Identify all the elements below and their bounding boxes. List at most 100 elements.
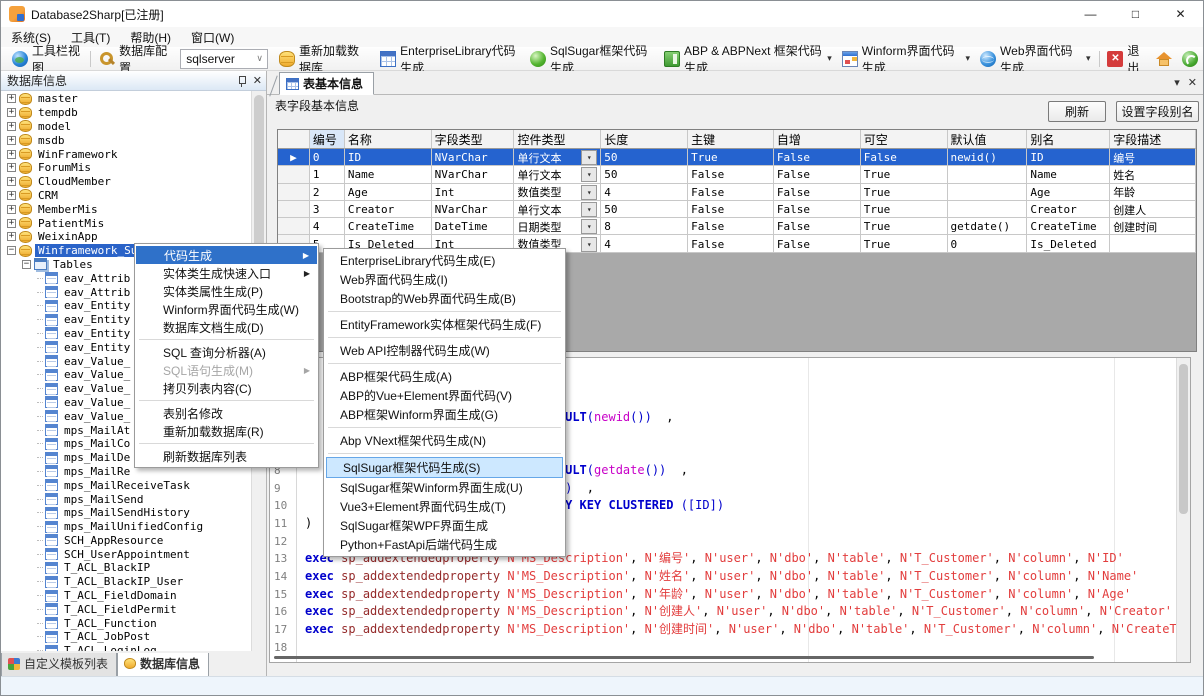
grid-cell[interactable]: False [774,235,861,252]
panel-close-icon[interactable]: ✕ [253,75,262,87]
grid-cell[interactable]: ID [1027,149,1110,166]
grid-header-cell[interactable]: 别名 [1027,130,1110,149]
expand-icon[interactable]: + [7,94,16,103]
submenu-item-WebAPI控制器代码生成W[interactable]: Web API控制器代码生成(W) [324,341,565,360]
grid-cell[interactable]: ID [345,149,432,166]
grid-cell[interactable]: 创建时间 [1110,218,1196,235]
collapse-icon[interactable]: − [22,260,31,269]
expand-icon[interactable]: + [7,163,16,172]
grid-cell[interactable]: 0 [310,149,345,166]
row-selector-cell[interactable] [278,201,310,218]
grid-cell[interactable]: NVarChar [432,201,515,218]
tree-item-SCH_AppResource[interactable]: SCH_AppResource [1,534,252,548]
grid-cell[interactable]: Age [1027,184,1110,201]
cell-dropdown-button[interactable]: ▾ [581,219,597,234]
tab-table-basic-info[interactable]: 表基本信息 [279,72,374,95]
grid-cell[interactable]: 4 [310,218,345,235]
menu-item-实体类属性生成P[interactable]: 实体类属性生成(P) [135,282,318,300]
grid-cell[interactable]: 单行文本▾ [514,149,601,166]
grid-cell[interactable]: False [688,218,774,235]
grid-cell[interactable]: Creator [1027,201,1110,218]
grid-cell[interactable]: 0 [948,235,1028,252]
grid-cell[interactable]: Age [345,184,432,201]
tree-item-model[interactable]: +model [1,120,252,134]
submenu-item-Vue3Element界面代码生成T[interactable]: Vue3+Element界面代码生成(T) [324,497,565,516]
db-type-combo[interactable]: sqlserver∨ [180,49,268,69]
pin-icon[interactable] [237,75,247,87]
grid-header-cell[interactable]: 编号 [310,130,345,149]
menu-item-刷新数据库列表[interactable]: 刷新数据库列表 [135,447,318,465]
tree-item-ForumMis[interactable]: +ForumMis [1,161,252,175]
grid-cell[interactable]: False [688,184,774,201]
grid-cell[interactable]: 50 [601,201,688,218]
grid-cell[interactable]: 编号 [1110,149,1196,166]
table-row[interactable]: 3CreatorNVarChar单行文本▾50FalseFalseTrueCre… [278,201,1196,218]
grid-header-cell[interactable]: 主键 [688,130,774,149]
close-button[interactable]: ✕ [1158,1,1203,27]
grid-cell[interactable]: 50 [601,166,688,183]
menu-item-拷贝列表内容C[interactable]: 拷贝列表内容(C) [135,379,318,397]
submenu-item-ABP框架Winform界面生成G[interactable]: ABP框架Winform界面生成(G) [324,405,565,424]
submenu-item-SqlSugar框架代码生成S[interactable]: SqlSugar框架代码生成(S) [326,457,563,478]
grid-cell[interactable]: False [861,149,948,166]
grid-cell[interactable]: 单行文本▾ [514,166,601,183]
menu-item-Winform界面代码生成W[interactable]: Winform界面代码生成(W) [135,300,318,318]
menubar-item-W[interactable]: 窗口(W) [181,29,244,46]
tree-item-T_ACL_FieldDomain[interactable]: T_ACL_FieldDomain [1,589,252,603]
grid-cell[interactable]: Creator [345,201,432,218]
grid-cell[interactable]: False [774,149,861,166]
grid-cell[interactable]: True [861,235,948,252]
code-line[interactable]: 17exec sp_addextendedproperty N'MS_Descr… [270,621,1190,639]
grid-cell[interactable]: NVarChar [432,149,515,166]
expand-icon[interactable]: + [7,177,16,186]
grid-cell[interactable]: Is_Deleted [1027,235,1110,252]
submenu-item-AbpVNext框架代码生成N[interactable]: Abp VNext框架代码生成(N) [324,431,565,450]
grid-header-cell[interactable]: 长度 [601,130,688,149]
row-selector-cell[interactable] [278,184,310,201]
menu-item-实体类生成快速入口[interactable]: 实体类生成快速入口▶ [135,264,318,282]
submenu-item-Web界面代码生成I[interactable]: Web界面代码生成(I) [324,270,565,289]
cell-dropdown-button[interactable]: ▾ [581,237,597,252]
collapse-icon[interactable]: − [7,246,16,255]
grid-cell[interactable]: 单行文本▾ [514,201,601,218]
grid-cell[interactable]: CreateTime [1027,218,1110,235]
menu-item-表别名修改[interactable]: 表别名修改 [135,404,318,422]
row-selector-cell[interactable] [278,218,310,235]
tree-item-CloudMember[interactable]: +CloudMember [1,175,252,189]
code-line[interactable]: 18 [270,639,1190,657]
grid-header-cell[interactable]: 可空 [861,130,948,149]
minimize-button[interactable]: — [1068,1,1113,27]
grid-cell[interactable]: False [774,184,861,201]
tree-item-WinFramework[interactable]: +WinFramework [1,147,252,161]
tree-item-SCH_UserAppointment[interactable]: SCH_UserAppointment [1,547,252,561]
expand-icon[interactable]: + [7,205,16,214]
grid-cell[interactable]: NVarChar [432,166,515,183]
grid-cell[interactable]: False [688,235,774,252]
grid-cell[interactable]: True [861,201,948,218]
tree-item-T_ACL_BlackIP[interactable]: T_ACL_BlackIP [1,561,252,575]
tree-item-mps_MailUnifiedConfig[interactable]: mps_MailUnifiedConfig [1,520,252,534]
panel-dropdown-icon[interactable]: ▾ [1174,77,1180,89]
cell-dropdown-button[interactable]: ▾ [581,167,597,182]
grid-header-cell[interactable]: 名称 [345,130,432,149]
grid-header-cell[interactable]: 默认值 [948,130,1028,149]
tree-item-T_ACL_LoginLog[interactable]: T_ACL_LoginLog [1,644,252,651]
tree-item-tempdb[interactable]: +tempdb [1,106,252,120]
grid-cell[interactable]: False [688,201,774,218]
submenu-item-SqlSugar框架Winform界面生成U[interactable]: SqlSugar框架Winform界面生成(U) [324,478,565,497]
expand-icon[interactable]: + [7,136,16,145]
tree-item-mps_MailSend[interactable]: mps_MailSend [1,492,252,506]
grid-cell[interactable] [948,166,1028,183]
menu-item-数据库文档生成D[interactable]: 数据库文档生成(D) [135,318,318,336]
home-button[interactable] [1151,50,1177,68]
grid-cell[interactable]: 4 [601,184,688,201]
bottom-tab-database-info[interactable]: 数据库信息 [117,653,209,677]
grid-cell[interactable] [948,184,1028,201]
grid-header-cell[interactable]: 控件类型 [514,130,601,149]
bottom-tab-template-list[interactable]: 自定义模板列表 [1,653,117,677]
grid-cell[interactable]: True [861,184,948,201]
grid-corner-cell[interactable] [278,130,310,149]
code-line[interactable]: 16exec sp_addextendedproperty N'MS_Descr… [270,603,1190,621]
feed-button[interactable] [1177,50,1203,68]
grid-cell[interactable] [1110,235,1196,252]
